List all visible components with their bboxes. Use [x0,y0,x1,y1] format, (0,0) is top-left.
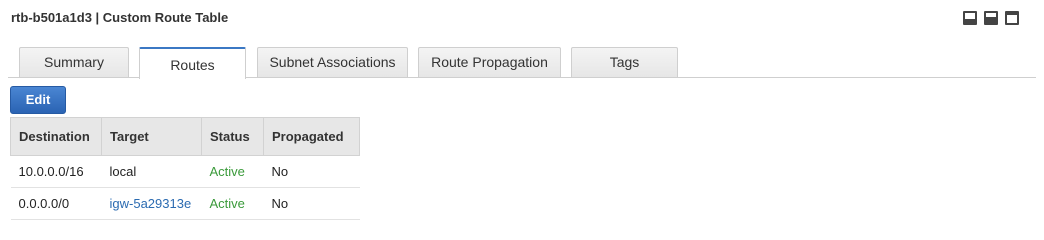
column-header-target[interactable]: Target [101,117,202,156]
cell-propagated: No [263,155,360,188]
column-header-destination[interactable]: Destination [10,117,102,156]
column-header-propagated[interactable]: Propagated [263,117,360,156]
cell-status: Active [201,187,264,220]
cell-target-link[interactable]: igw-5a29313e [101,187,202,220]
cell-target: local [101,155,202,188]
cell-propagated: No [263,187,360,220]
view-toggle-group [963,11,1019,25]
layout-bottom-icon[interactable] [963,11,977,25]
tab-subnet-associations[interactable]: Subnet Associations [257,47,408,77]
page-title: rtb-b501a1d3 | Custom Route Table [11,10,229,25]
tab-tags[interactable]: Tags [571,47,678,77]
cell-destination: 0.0.0.0/0 [10,187,102,220]
cell-destination: 10.0.0.0/16 [10,155,102,188]
tab-routes[interactable]: Routes [139,47,246,79]
layout-full-icon[interactable] [1005,11,1019,25]
table-row: 10.0.0.0/16 local Active No [10,155,360,188]
tab-route-propagation[interactable]: Route Propagation [418,47,561,77]
cell-status: Active [201,155,264,188]
routes-table: Destination Target Status Propagated 10.… [10,117,360,220]
column-header-status[interactable]: Status [201,117,264,156]
edit-button[interactable]: Edit [10,86,66,114]
tab-summary[interactable]: Summary [19,47,129,77]
table-header-row: Destination Target Status Propagated [10,117,360,156]
table-row: 0.0.0.0/0 igw-5a29313e Active No [10,187,360,220]
layout-split-icon[interactable] [984,11,998,25]
